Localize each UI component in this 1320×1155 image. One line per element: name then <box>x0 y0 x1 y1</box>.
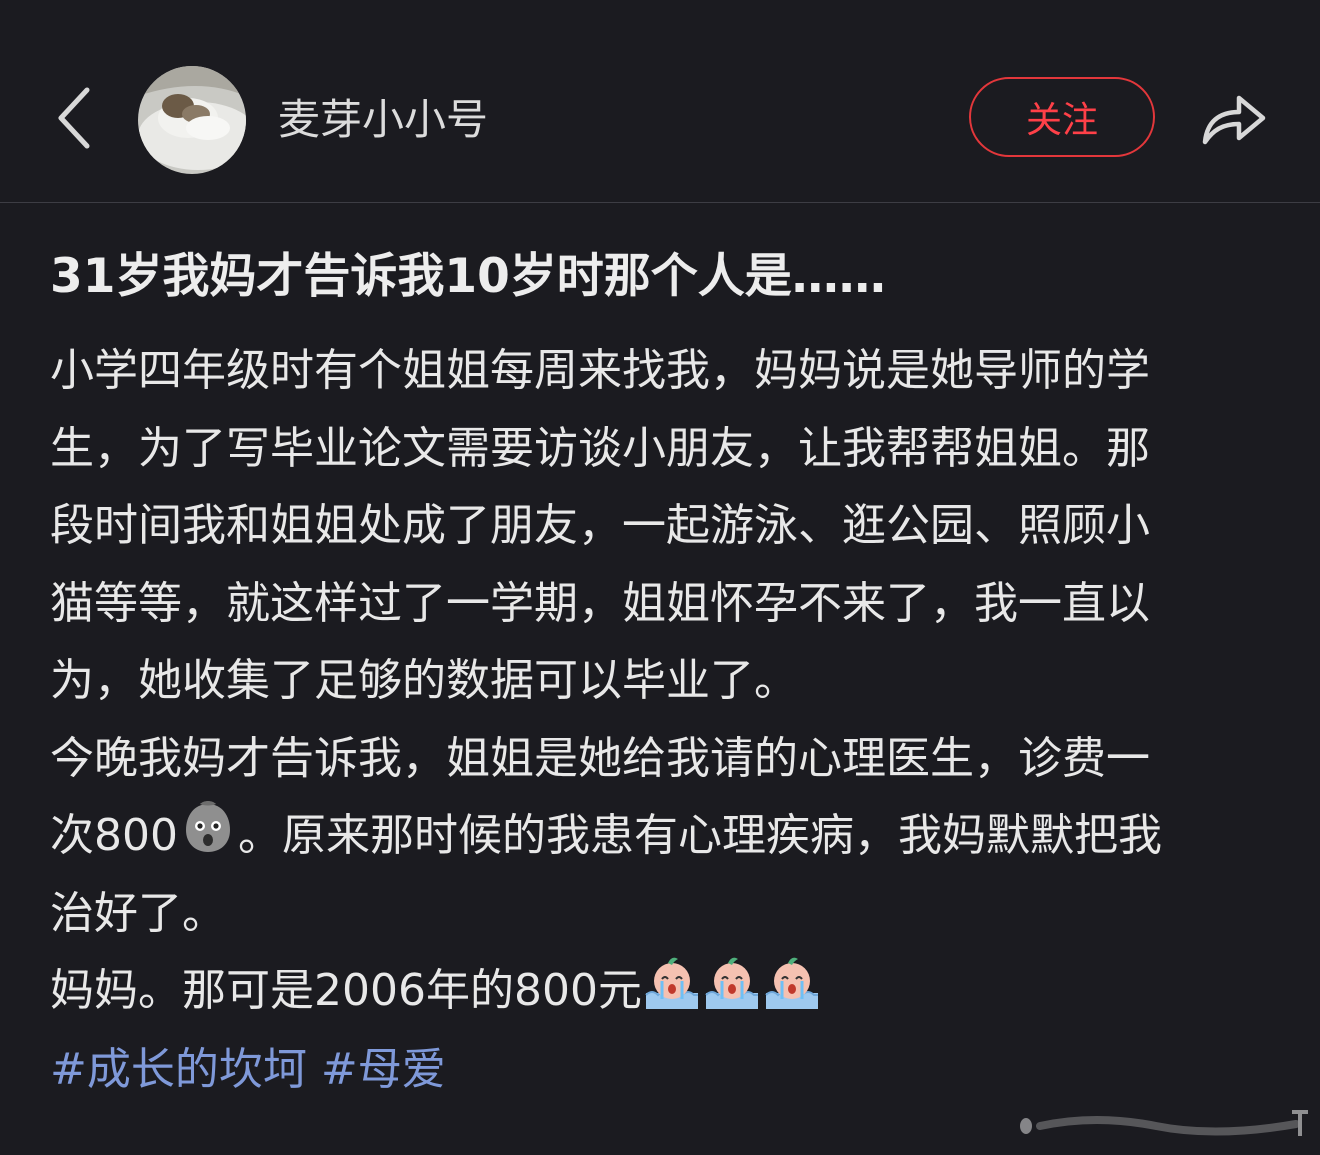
post-title: 31岁我妈才告诉我10岁时那个人是…… <box>50 249 886 304</box>
body-line: 妈妈。那可是2006年的800元 <box>50 952 1280 1030</box>
crying-peach-emoji <box>765 957 818 1009</box>
post-body: 小学四年级时有个姐姐每周来找我，妈妈说是她导师的学 生，为了写毕业论文需要访谈小… <box>50 332 1280 1030</box>
body-line: 段时间我和姐姐处成了朋友，一起游泳、逛公园、照顾小 <box>50 500 1150 551</box>
body-text: 。原来那时候的我患有心理疾病，我妈默默把我 <box>237 810 1162 861</box>
cat-avatar-image <box>138 66 246 174</box>
chevron-left-icon <box>58 87 90 149</box>
body-text: 次800 <box>50 810 178 861</box>
body-line: 为，她收集了足够的数据可以毕业了。 <box>50 655 798 706</box>
author-name[interactable]: 麦芽小小号 <box>278 94 488 146</box>
body-line: 治好了。 <box>50 887 226 939</box>
shocked-face-emoji <box>185 801 230 852</box>
body-line: 次800 。原来那时候的我患有心理疾病，我妈默默把我 <box>50 797 1280 875</box>
hashtag-link[interactable]: #母爱 <box>321 1044 446 1095</box>
watermark-image <box>1020 1110 1308 1136</box>
share-button[interactable] <box>1194 80 1274 156</box>
back-button[interactable] <box>40 80 110 156</box>
body-line: 小学四年级时有个姐姐每周来找我，妈妈说是她导师的学 <box>50 345 1150 396</box>
hashtag-link[interactable]: #成长的坎坷 <box>50 1044 307 1095</box>
crying-peach-emoji <box>705 957 758 1009</box>
crying-peach-emoji <box>645 957 698 1009</box>
follow-button[interactable]: 关注 <box>969 77 1155 157</box>
share-arrow-icon <box>1202 95 1266 145</box>
body-line: 今晚我妈才告诉我，姐姐是她给我请的心理医生，诊费一 <box>50 732 1150 784</box>
avatar[interactable] <box>138 66 246 174</box>
hashtag-list: #成长的坎坷 #母爱 <box>50 1040 460 1100</box>
top-bar: 麦芽小小号 关注 <box>0 0 1320 203</box>
body-line: 猫等等，就这样过了一学期，姐姐怀孕不来了，我一直以 <box>50 577 1150 629</box>
body-text: 妈妈。那可是2006年的800元 <box>50 965 642 1016</box>
body-line: 生，为了写毕业论文需要访谈小朋友，让我帮帮姐姐。那 <box>50 422 1150 474</box>
